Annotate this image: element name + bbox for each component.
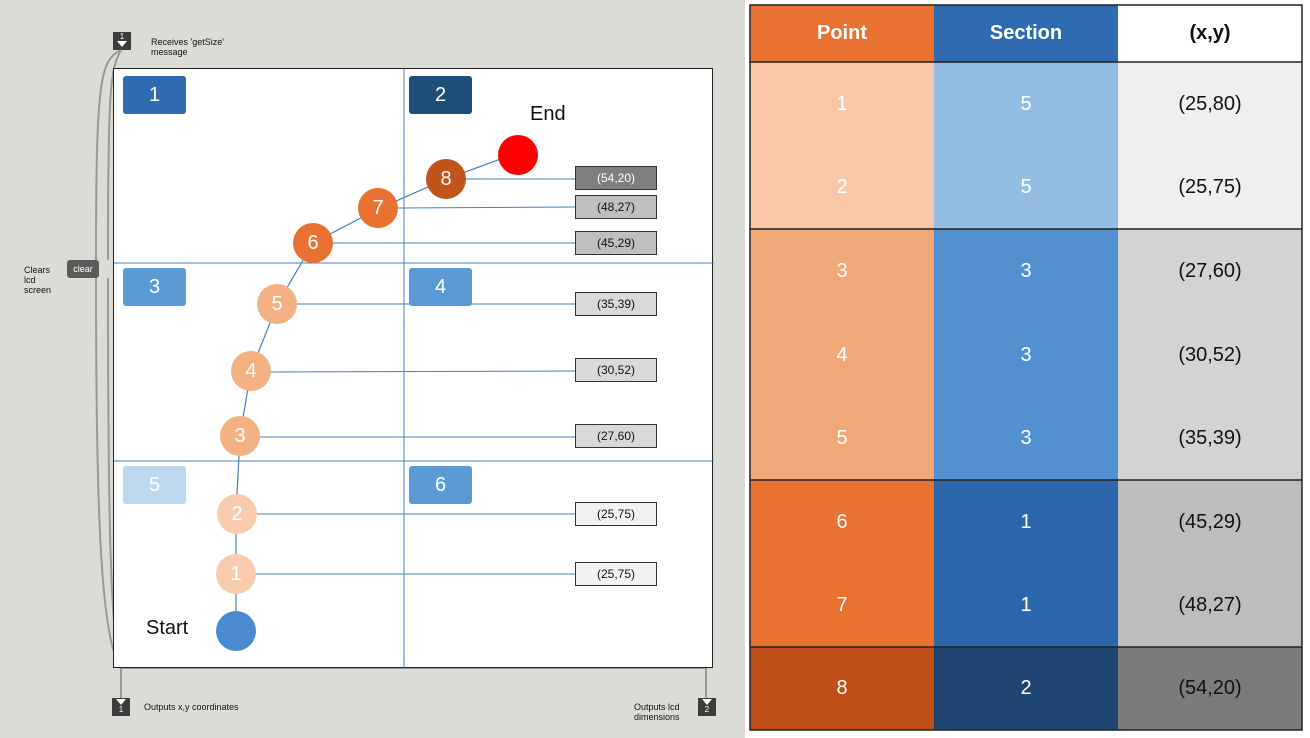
table-row-8-xy: (54,20) [1178, 677, 1242, 699]
table-row-3-section: 3 [1020, 259, 1032, 282]
point-4: 4 [231, 351, 271, 391]
table-row-2-section: 5 [1020, 176, 1032, 198]
table-row-6-point: 6 [836, 510, 848, 533]
table-row-8-section: 2 [1020, 677, 1032, 699]
table-row-4-point: 4 [836, 343, 848, 366]
outlet-2-number: 2 [704, 705, 710, 714]
start-point [216, 611, 256, 651]
table-row-1-section: 5 [1020, 92, 1032, 115]
coord-box-1: (25,75) [575, 562, 657, 586]
point-6: 6 [293, 223, 333, 263]
section-6-label: 6 [409, 466, 472, 504]
table-row-6-xy: (45,29) [1178, 510, 1242, 533]
table-row-3-xy: (27,60) [1178, 259, 1242, 282]
coord-box-3: (27,60) [575, 424, 657, 448]
outlet-2[interactable]: 2 [698, 698, 716, 716]
leader-line-7 [397, 206, 577, 209]
end-label: End [530, 103, 566, 125]
table-row-6-section: 1 [1020, 510, 1032, 533]
section-3-label: 3 [123, 268, 186, 306]
coord-box-2: (25,75) [575, 502, 657, 526]
coord-box-4: (30,52) [575, 358, 657, 382]
lcd-screen[interactable]: 1 2 3 4 5 6 End Start 1 2 3 4 5 6 7 8 (2… [113, 68, 714, 669]
coord-box-7: (48,27) [575, 195, 657, 219]
table-row-5-section: 3 [1020, 427, 1032, 449]
table-row-5-xy: (35,39) [1178, 427, 1242, 449]
coord-box-5: (35,39) [575, 292, 657, 316]
point-5: 5 [257, 284, 297, 324]
outlet-1[interactable]: 1 [112, 698, 130, 716]
leader-line-4 [270, 370, 577, 373]
table-row-8-point: 8 [836, 677, 848, 699]
section-5-label: 5 [123, 466, 186, 504]
table-row-2-point: 2 [836, 176, 848, 198]
coord-box-6: (45,29) [575, 231, 657, 255]
table-row-2-xy: (25,75) [1178, 176, 1242, 198]
coord-box-8: (54,20) [575, 166, 657, 190]
table-row-1-point: 1 [836, 92, 848, 115]
point-8: 8 [426, 159, 466, 199]
outlet-1-number: 1 [118, 705, 124, 714]
point-3: 3 [220, 416, 260, 456]
table-row-1-xy: (25,80) [1178, 92, 1242, 115]
table-row-4-xy: (30,52) [1178, 343, 1242, 366]
max-patcher-panel: 1 Receives 'getSize' message Clears lcd … [0, 0, 745, 738]
point-2: 2 [217, 494, 257, 534]
section-2-label: 2 [409, 76, 472, 114]
section-1-label: 1 [123, 76, 186, 114]
outlet-2-description: Outputs lcd dimensions [634, 702, 680, 722]
coordinates-table: Point Section (x,y) 1 5 (25,80) 2 5 (25,… [748, 0, 1310, 738]
end-point [498, 135, 538, 175]
table-row-7-section: 1 [1020, 594, 1032, 616]
point-1: 1 [216, 554, 256, 594]
outlet-1-description: Outputs x,y coordinates [144, 702, 239, 712]
table-row-7-point: 7 [836, 594, 848, 616]
point-7: 7 [358, 188, 398, 228]
table-row-4-section: 3 [1020, 343, 1032, 366]
section-4-label: 4 [409, 268, 472, 306]
table-row-7-xy: (48,27) [1178, 594, 1242, 616]
table-row-5-point: 5 [836, 427, 848, 449]
start-label: Start [146, 617, 189, 639]
table-row-3-point: 3 [836, 259, 848, 282]
